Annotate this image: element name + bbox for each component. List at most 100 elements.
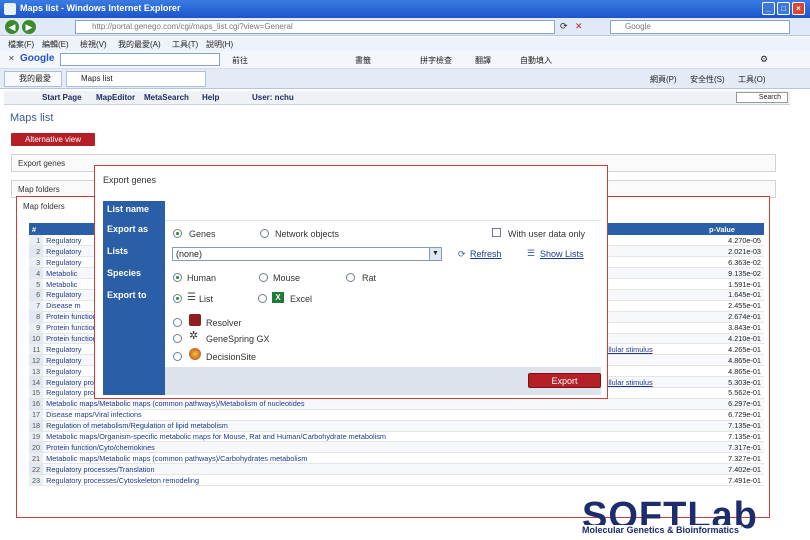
export-as-network-objects-label: Network objects <box>275 229 340 239</box>
list-icon[interactable]: ☰ <box>527 248 535 259</box>
row-index: 17 <box>29 409 44 421</box>
lists-select[interactable]: (none) ▼ <box>172 247 442 261</box>
table-row[interactable]: 22 Regulatory processes/Translation 7.402e… <box>29 463 764 476</box>
tab-favorites[interactable]: 我的最愛 <box>4 71 62 87</box>
export-as-genes-radio[interactable] <box>173 229 182 238</box>
maximize-button[interactable]: □ <box>777 2 790 15</box>
menu-item-tools[interactable]: 工具(T) <box>172 39 198 50</box>
export-button[interactable]: Export <box>528 373 601 388</box>
row-p-value: 6.297e-01 <box>706 398 764 410</box>
nav-start-page[interactable]: Start Page <box>42 93 82 102</box>
export-to-decisionsite-radio[interactable] <box>173 352 182 361</box>
species-mouse-radio[interactable] <box>259 273 268 282</box>
list-name-input[interactable] <box>165 201 601 221</box>
row-process <box>541 431 706 443</box>
table-row[interactable]: 17 Disease maps/Viral infections 6.729e-01 <box>29 409 764 421</box>
export-genes-section-label: Export genes <box>18 159 66 168</box>
export-to-list-radio[interactable] <box>173 294 182 303</box>
table-row[interactable]: 18 Regulation of metabolism/Regulation of… <box>29 420 764 432</box>
excel-icon: X <box>272 292 284 303</box>
refresh-icon[interactable]: ⟳ <box>560 21 568 32</box>
tab-maps-list[interactable]: Maps list <box>66 71 206 87</box>
close-button[interactable]: × <box>792 2 805 15</box>
forward-icon[interactable]: ▶ <box>22 20 36 34</box>
toolbar-spellcheck[interactable]: 拼字檢查 <box>420 55 452 66</box>
export-to-list-label: List <box>199 294 214 304</box>
row-process <box>541 398 706 410</box>
table-row[interactable]: 16 Metabolic maps/Metabolic maps (common … <box>29 398 764 410</box>
table-row[interactable]: 19 Metabolic maps/Organism-specific metab… <box>29 431 764 443</box>
species-human-label: Human <box>187 273 217 283</box>
menu-item-help[interactable]: 說明(H) <box>206 39 233 50</box>
row-p-value: 4.265e-01 <box>706 343 764 356</box>
logo-subtitle: Molecular Genetics & Bioinformatics <box>580 525 742 535</box>
refresh-link[interactable]: Refresh <box>470 249 502 259</box>
table-row[interactable]: 21 Metabolic maps/Metabolic maps (common … <box>29 452 764 465</box>
row-index: 3 <box>29 256 44 269</box>
stop-icon[interactable]: ✕ <box>575 21 583 32</box>
google-toolbar: ✕ Google 前往 書籤 拼字檢查 翻譯 自動填入 ⚙ <box>0 51 810 69</box>
row-p-value: 5.303e-01 <box>706 376 764 388</box>
menu-item-edit[interactable]: 編輯(E) <box>42 39 69 50</box>
species-rat-radio[interactable] <box>346 273 355 282</box>
row-p-value: 6.729e-01 <box>706 409 764 421</box>
refresh-icon[interactable]: ⟳ <box>458 249 466 260</box>
nav-meta-search[interactable]: MetaSearch <box>144 93 189 102</box>
table-row[interactable]: 20 Protein function/Cyto/chemokines 7.317e… <box>29 441 764 454</box>
export-to-label: Export to <box>103 287 165 395</box>
google-search-input[interactable] <box>60 53 220 66</box>
app-navigation: Start Page MapEditor MetaSearch Help Use… <box>4 91 790 105</box>
tab-tool-page[interactable]: 網頁(P) <box>650 74 677 85</box>
tab-tool-safety[interactable]: 安全性(S) <box>690 74 725 85</box>
wrench-icon[interactable]: ⚙ <box>760 54 768 65</box>
toolbar-autofill[interactable]: 自動填入 <box>520 55 552 66</box>
show-lists-link[interactable]: Show Lists <box>540 249 584 259</box>
row-p-value: 7.402e-01 <box>706 463 764 476</box>
row-process <box>541 452 706 465</box>
export-to-resolver-radio[interactable] <box>173 318 182 327</box>
export-to-excel-radio[interactable] <box>258 294 267 303</box>
menu-item-view[interactable]: 檢視(V) <box>80 39 107 50</box>
back-icon[interactable]: ◀ <box>5 20 19 34</box>
app-search-button[interactable]: Search <box>736 92 788 103</box>
row-map-name: Metabolic maps/Metabolic maps (common pa… <box>43 398 542 410</box>
decisionsite-icon <box>189 348 201 360</box>
close-toolbar-icon[interactable]: ✕ <box>8 54 15 63</box>
toolbar-go[interactable]: 前往 <box>232 55 248 66</box>
toolbar-translate[interactable]: 翻譯 <box>475 55 491 66</box>
export-to-genespring-radio[interactable] <box>173 334 182 343</box>
window-title-bar: Maps list - Windows Internet Explorer _ … <box>0 0 810 18</box>
list-name-label: List name <box>103 201 165 221</box>
url-input[interactable]: http://portal.genego.com/cgi/maps_list.c… <box>75 20 555 34</box>
alternative-view-button[interactable]: Alternative view <box>11 133 95 146</box>
row-index: 9 <box>29 322 44 334</box>
nav-map-editor[interactable]: MapEditor <box>96 93 135 102</box>
row-map-name: Regulatory processes/Cytoskeleton remode… <box>43 474 542 486</box>
row-index: 18 <box>29 420 44 432</box>
tab-tool-tools[interactable]: 工具(O) <box>738 74 766 85</box>
nav-help[interactable]: Help <box>202 93 219 102</box>
menu-item-file[interactable]: 檔案(F) <box>8 39 34 50</box>
menu-item-favorites[interactable]: 我的最愛(A) <box>118 39 161 50</box>
row-p-value: 2.674e-01 <box>706 311 764 323</box>
species-human-radio[interactable] <box>173 273 182 282</box>
row-index: 20 <box>29 441 44 454</box>
row-index: 7 <box>29 300 44 312</box>
export-genes-dialog: Export genes List name Export as Genes N… <box>94 165 608 399</box>
export-form: List name Export as Genes Network object… <box>103 201 601 395</box>
toolbar-bookmarks[interactable]: 書籤 <box>355 55 371 66</box>
row-p-value: 2.021e-03 <box>706 245 764 258</box>
row-map-name: Protein function/Cyto/chemokines <box>43 441 542 454</box>
table-row[interactable]: 23 Regulatory processes/Cytoskeleton remo… <box>29 474 764 486</box>
row-p-value: 7.135e-01 <box>706 420 764 432</box>
with-user-data-checkbox[interactable] <box>492 228 501 237</box>
browser-search-input[interactable]: Google <box>610 20 790 34</box>
chevron-down-icon[interactable]: ▼ <box>429 248 441 260</box>
export-as-network-objects-radio[interactable] <box>260 229 269 238</box>
column-header-p-value[interactable]: p-Value <box>706 223 764 235</box>
map-folders-panel-header: Map folders <box>23 202 65 211</box>
address-bar: ◀ ▶ http://portal.genego.com/cgi/maps_li… <box>0 18 810 36</box>
row-index: 11 <box>29 343 44 356</box>
nav-user[interactable]: User: nchu <box>252 93 294 102</box>
minimize-button[interactable]: _ <box>762 2 775 15</box>
